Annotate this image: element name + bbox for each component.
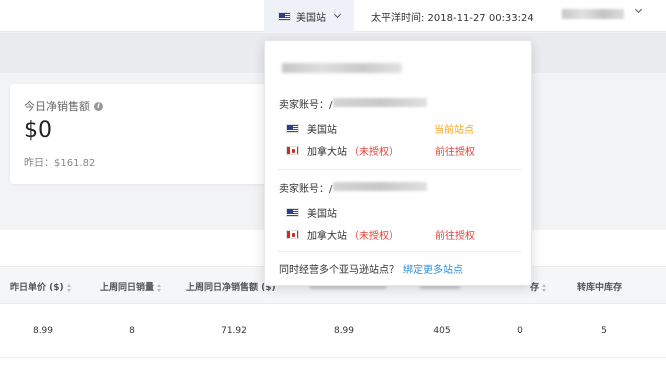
table-cell: 8.99: [32, 326, 54, 336]
divider: [277, 169, 521, 170]
sort-icon[interactable]: [66, 283, 72, 292]
net-sales-value: $0: [24, 118, 52, 143]
seller-account-label: 卖家账号：/: [279, 100, 333, 111]
info-icon[interactable]: i: [94, 101, 103, 111]
table-row: 8.99 8 71.92 8.99 405 0 5: [0, 304, 666, 358]
site-dropdown-menu: 卖家账号：/ 美国站 当前站点 加拿大站 （未授权） 前往授权 卖家账号：/ 美…: [264, 40, 532, 286]
us-flag-icon: [286, 123, 299, 133]
account-email-redacted: [282, 63, 402, 73]
site-selector-label: 美国站: [296, 12, 326, 24]
us-flag-icon: [278, 11, 291, 21]
us-flag-icon: [286, 207, 299, 217]
table-cell: 71.92: [221, 326, 247, 336]
footer-question: 同时经营多个亚马逊站点？: [279, 265, 399, 276]
yesterday-sales: 昨日：$161.82: [24, 158, 96, 169]
unauthorized-note: （未授权）: [349, 146, 399, 158]
sort-icon[interactable]: [157, 283, 162, 292]
seller-account-label: 卖家账号：/: [279, 184, 333, 195]
table-cell: 8.99: [333, 326, 355, 336]
net-sales-card: 今日净销售额 i $0 昨日：$161.82: [10, 84, 272, 184]
seller-account-id-redacted: [333, 98, 427, 107]
account-chevron-down-icon[interactable]: [634, 5, 643, 14]
chevron-down-icon: [333, 10, 342, 19]
site-selector[interactable]: 美国站: [264, 0, 354, 32]
table-cell: 5: [601, 326, 607, 336]
site-option-canada[interactable]: 加拿大站 （未授权）: [286, 227, 516, 242]
column-header[interactable]: 转库中库存: [577, 280, 622, 293]
authorize-link[interactable]: 前往授权: [435, 227, 475, 242]
timezone-clock: 太平洋时间: 2018-11-27 00:33:24: [371, 13, 534, 24]
divider: [277, 251, 521, 252]
canada-flag-icon: [286, 145, 299, 155]
table-cell: 8: [129, 326, 135, 336]
table-cell: 0: [517, 326, 523, 336]
canada-flag-icon: [286, 229, 299, 239]
card-title: 今日净销售额: [24, 100, 90, 113]
dropdown-footer: 同时经营多个亚马逊站点？ 绑定更多站点: [279, 261, 463, 276]
seller-account-id-redacted: [333, 182, 427, 191]
bind-more-sites-link[interactable]: 绑定更多站点: [403, 265, 463, 276]
column-header[interactable]: 上周同日销量: [100, 280, 162, 293]
site-option-us[interactable]: 美国站: [286, 205, 516, 220]
column-header[interactable]: 昨日单价 ($): [10, 280, 72, 293]
column-header[interactable]: 上周同日净销售额 ($): [186, 280, 276, 293]
top-bar: 美国站 太平洋时间: 2018-11-27 00:33:24: [0, 0, 666, 32]
unauthorized-note: （未授权）: [349, 230, 399, 242]
current-site-label: 当前站点: [434, 125, 474, 136]
site-option-canada[interactable]: 加拿大站 （未授权）: [286, 143, 516, 158]
card-title-row: 今日净销售额 i: [24, 98, 103, 114]
table-cell: 405: [433, 326, 451, 336]
authorize-link[interactable]: 前往授权: [435, 143, 475, 158]
account-name-redacted[interactable]: [562, 9, 624, 19]
column-header[interactable]: 存: [530, 280, 547, 293]
sort-icon[interactable]: [542, 283, 547, 292]
site-option-us[interactable]: 美国站: [286, 121, 516, 136]
